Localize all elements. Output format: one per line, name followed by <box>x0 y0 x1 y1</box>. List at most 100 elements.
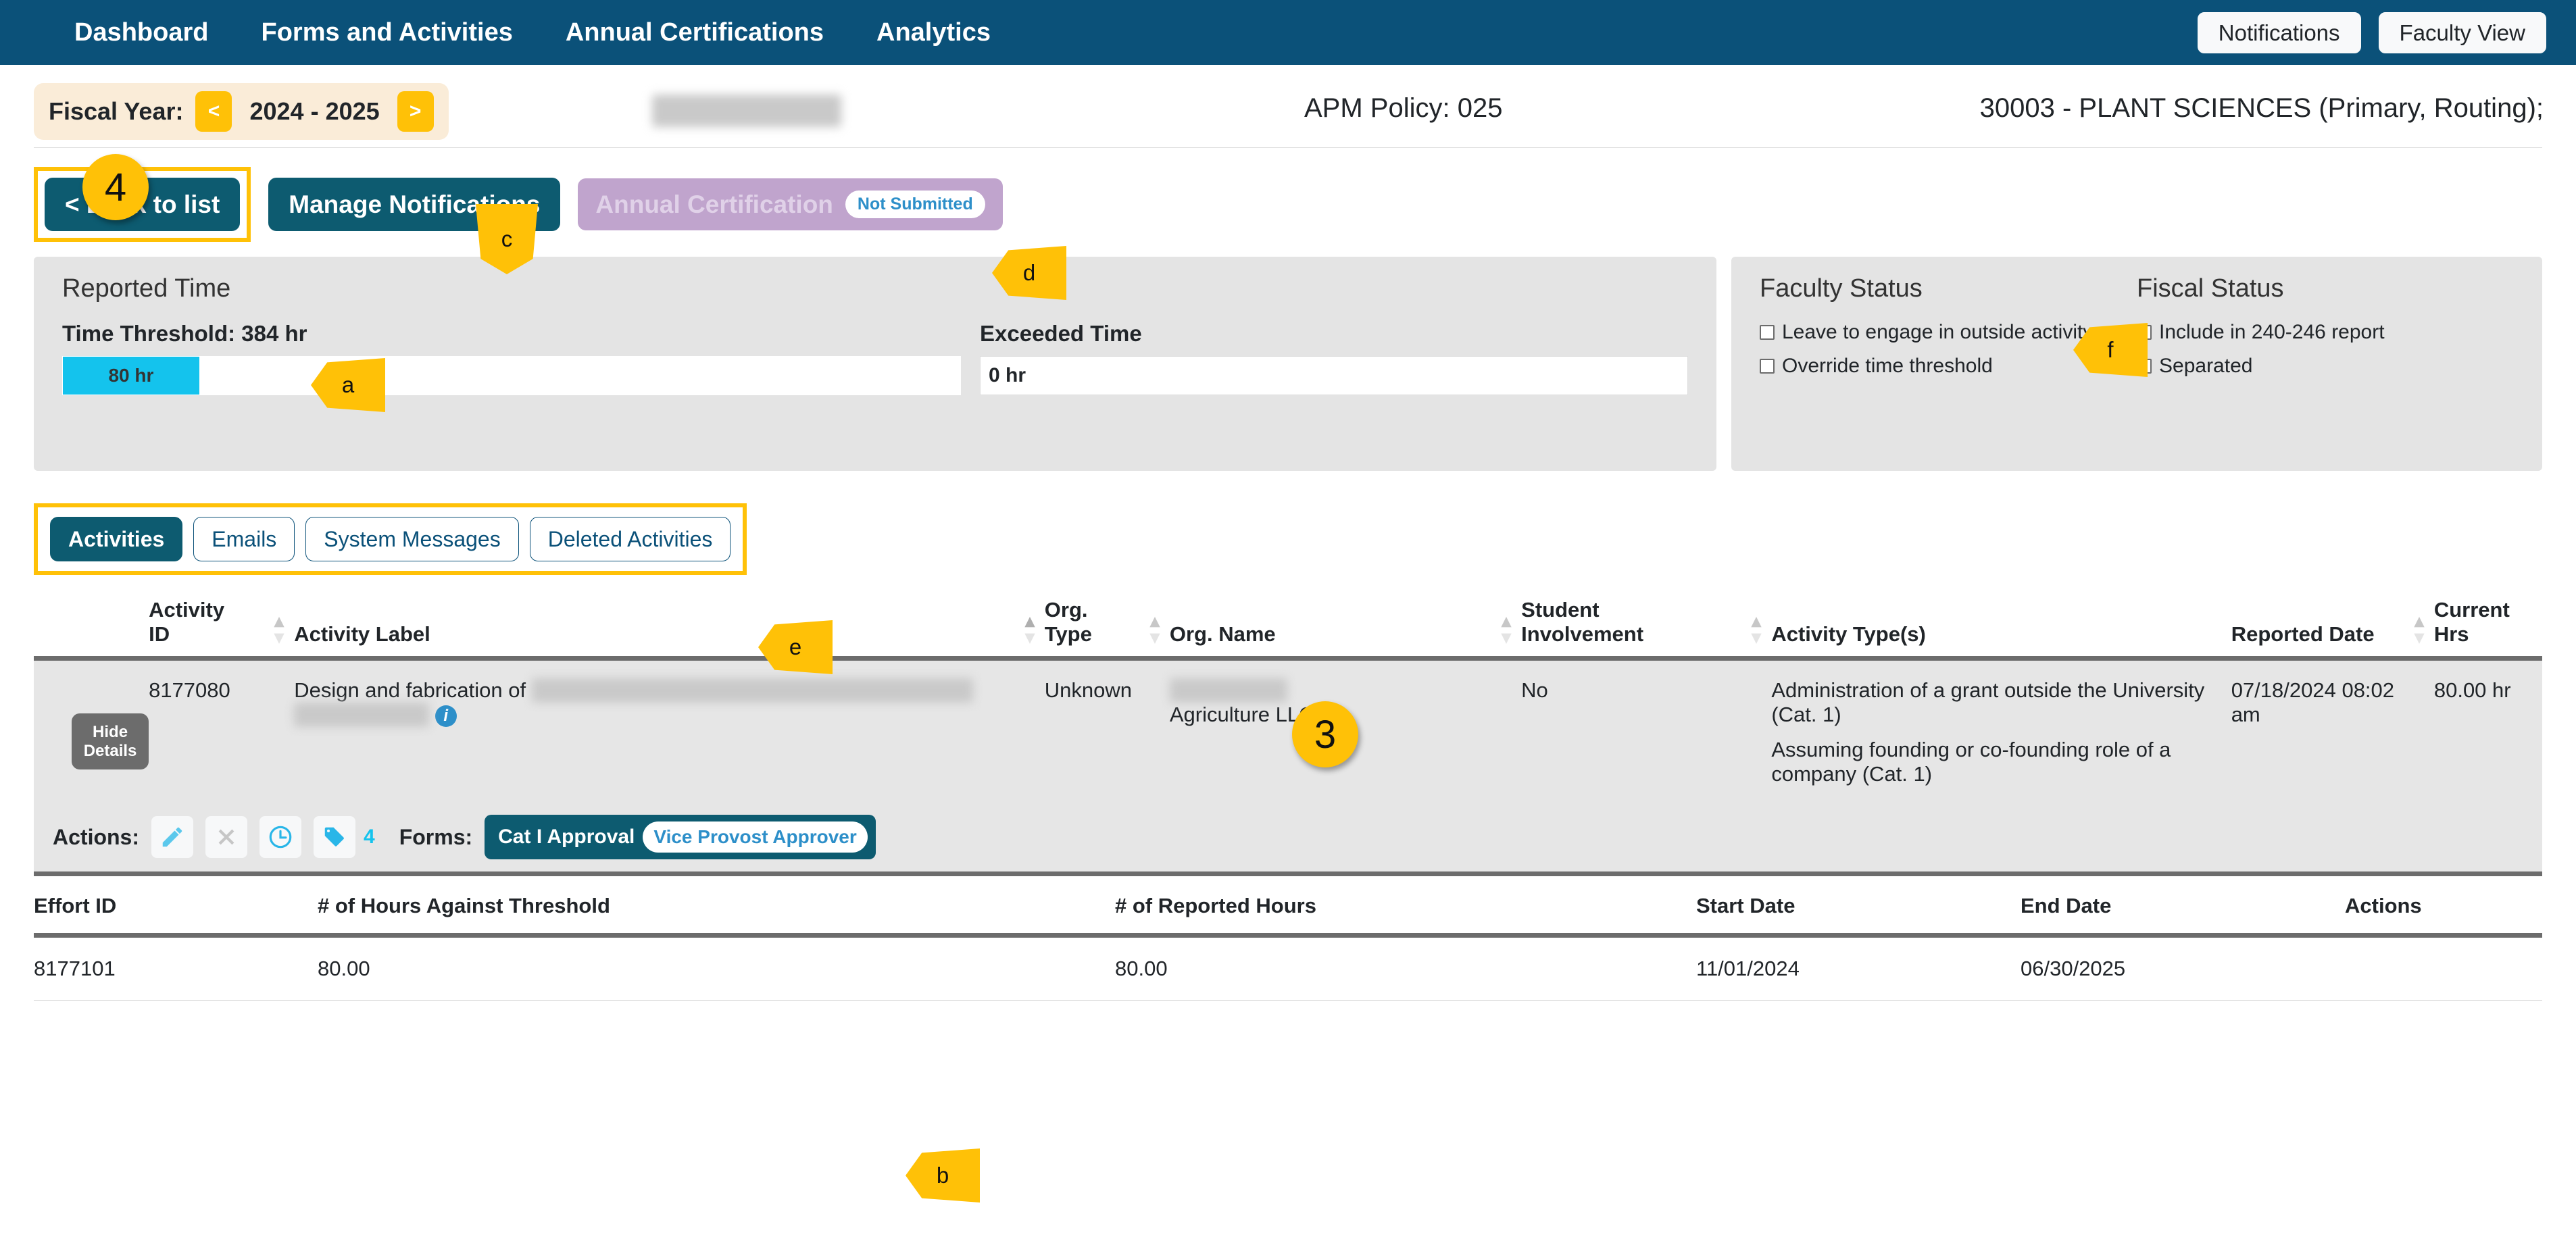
th-activity-types-text: Activity Type(s) <box>1771 622 1926 646</box>
th-reported-date[interactable]: Reported Date <box>2231 598 2434 659</box>
nav-item-annual-certifications[interactable]: Annual Certifications <box>566 18 824 47</box>
exceeded-time-value: 0 hr <box>980 356 1688 395</box>
checkbox-icon[interactable] <box>1760 359 1775 374</box>
th-student-involvement-line2: Involvement <box>1521 622 1644 646</box>
sort-arrows-icon[interactable] <box>1501 617 1512 644</box>
fiscal-year-label: Fiscal Year: <box>49 97 184 125</box>
org-assignment-label: 30003 - PLANT SCIENCES (Primary, Routing… <box>1979 93 2544 123</box>
summary-panels: Reported Time Time Threshold: 384 hr 80 … <box>0 242 2576 471</box>
cell-reported-hours: 80.00 <box>1115 935 1696 1001</box>
org-name-suffix: Agriculture LLC <box>1169 703 1314 726</box>
annual-certification-label: Annual Certification <box>595 191 833 218</box>
exceeded-time-group: Exceeded Time 0 hr <box>961 321 1688 395</box>
th-end-date: End Date <box>2021 894 2112 917</box>
th-reported-date-text: Reported Date <box>2231 622 2375 646</box>
apm-policy-label: APM Policy: 025 <box>1304 93 1503 123</box>
callout-badge-4: 4 <box>82 154 149 220</box>
cell-effort-actions <box>2345 935 2542 1001</box>
th-activity-id[interactable]: Activity ID <box>149 598 294 659</box>
th-effort-actions: Actions <box>2345 894 2422 917</box>
cell-activity-id: 8177080 <box>149 658 295 804</box>
activities-table-header-row: Activity ID Activity Label Org. Type Org… <box>34 598 2542 659</box>
th-activity-label[interactable]: Activity Label <box>294 598 1045 659</box>
faculty-name-redacted: redacted name <box>652 95 842 127</box>
sort-arrows-icon[interactable] <box>1024 617 1035 644</box>
tab-system-messages[interactable]: System Messages <box>305 517 519 561</box>
faculty-status-title: Faculty Status <box>1760 274 1923 303</box>
sort-arrows-icon[interactable] <box>274 617 284 644</box>
table-row[interactable]: Hide Details 8177080 Design and fabricat… <box>34 658 2542 804</box>
reported-time-title: Reported Time <box>62 274 231 303</box>
sort-arrows-icon[interactable] <box>1149 617 1160 644</box>
tab-deleted-activities[interactable]: Deleted Activities <box>529 517 731 561</box>
th-org-type[interactable]: Org. Type <box>1045 598 1170 659</box>
th-student-involvement[interactable]: Student Involvement <box>1521 598 1771 659</box>
tag-icon <box>324 827 344 846</box>
form-chip-name: Cat I Approval <box>498 826 635 848</box>
history-clock-icon-button[interactable] <box>259 816 301 858</box>
delete-x-icon-button <box>205 816 247 858</box>
nav-item-forms-and-activities[interactable]: Forms and Activities <box>261 18 512 47</box>
th-current-hrs-line1: Current <box>2433 598 2510 622</box>
delete-x-icon <box>218 829 234 845</box>
page-action-bar: < Back to list Manage Notifications Annu… <box>0 148 2576 242</box>
exceeded-time-label: Exceeded Time <box>980 321 1142 346</box>
effort-table-header-row: Effort ID # of Hours Against Threshold #… <box>34 876 2542 936</box>
nav-item-dashboard[interactable]: Dashboard <box>74 18 208 47</box>
form-chip-cat-i-approval[interactable]: Cat I Approval Vice Provost Approver <box>485 815 876 859</box>
th-org-name[interactable]: Org. Name <box>1170 598 1521 659</box>
actions-label: Actions: <box>53 824 139 849</box>
th-current-hrs-line2: Hrs <box>2433 622 2469 646</box>
checkbox-label: Include in 240-246 report <box>2159 321 2385 343</box>
activity-type-item: Administration of a grant outside the Un… <box>1771 678 2205 726</box>
faculty-name: redacted name <box>652 95 842 127</box>
notifications-button[interactable]: Notifications <box>2197 11 2361 53</box>
tag-count-badge: 4 <box>364 826 375 848</box>
nav-items: Dashboard Forms and Activities Annual Ce… <box>74 18 991 47</box>
sort-arrows-icon[interactable] <box>2414 617 2425 644</box>
hide-details-button[interactable]: Hide Details <box>72 713 149 770</box>
th-effort-id: Effort ID <box>34 894 117 917</box>
checkbox-row-include-240-246-report[interactable]: Include in 240-246 report <box>2137 321 2514 344</box>
checkbox-icon[interactable] <box>1760 325 1775 340</box>
nav-right-actions: Notifications Faculty View <box>2197 11 2546 53</box>
info-icon[interactable]: i <box>435 705 457 727</box>
cell-current-hrs: 80.00 hr <box>2433 658 2542 804</box>
th-activity-id-line1: Activity <box>149 598 225 622</box>
activities-tab-row: Activities Emails System Messages Delete… <box>0 471 2576 575</box>
fiscal-year-prev-button[interactable]: < <box>195 91 232 132</box>
checkbox-label: Leave to engage in outside activity <box>1782 321 2094 343</box>
th-activity-types[interactable]: Activity Type(s) <box>1771 598 2231 659</box>
annual-certification-button[interactable]: Annual Certification Not Submitted <box>578 178 1003 230</box>
sort-arrows-icon[interactable] <box>1751 617 1762 644</box>
th-current-hrs[interactable]: Current Hrs <box>2434 598 2542 659</box>
reported-time-progress-bar: 80 hr <box>62 356 961 395</box>
activities-table: Activity ID Activity Label Org. Type Org… <box>34 598 2542 804</box>
edit-pencil-icon-button[interactable] <box>151 816 193 858</box>
fiscal-year-next-button[interactable]: > <box>397 91 434 132</box>
tab-activities[interactable]: Activities <box>50 517 183 561</box>
tag-icon-button[interactable] <box>314 816 355 858</box>
cell-org-type: Unknown <box>1044 658 1170 804</box>
cell-reported-date: 07/18/2024 08:02 am <box>2231 658 2434 804</box>
activity-label-redacted: redacted activity description text here … <box>531 678 973 703</box>
cell-end-date: 06/30/2025 <box>2021 935 2345 1001</box>
time-threshold-group: Time Threshold: 384 hr 80 hr <box>62 321 961 395</box>
tab-emails[interactable]: Emails <box>193 517 295 561</box>
row-actions-strip: Actions: 4 Forms: Cat I Approval Vice Pr… <box>34 804 2542 876</box>
th-activity-label-text: Activity Label <box>294 622 430 646</box>
checkbox-row-separated[interactable]: Separated <box>2137 355 2514 378</box>
fiscal-year-value: 2024 - 2025 <box>249 97 380 125</box>
cell-start-date: 11/01/2024 <box>1696 935 2021 1001</box>
faculty-view-button[interactable]: Faculty View <box>2378 11 2546 53</box>
edit-pencil-icon <box>162 827 182 847</box>
th-expander <box>34 598 149 659</box>
nav-item-analytics[interactable]: Analytics <box>876 18 991 47</box>
fiscal-year-selector: Fiscal Year: < 2024 - 2025 > <box>34 83 449 140</box>
cell-activity-label: Design and fabrication of redacted activ… <box>294 658 1045 804</box>
org-name-redacted: redacted org <box>1169 678 1287 703</box>
effort-table: Effort ID # of Hours Against Threshold #… <box>34 876 2542 1001</box>
faculty-status-column: Faculty Status Leave to engage in outsid… <box>1760 274 2137 388</box>
fiscal-status-title: Fiscal Status <box>2137 274 2284 303</box>
table-row: 8177101 80.00 80.00 11/01/2024 06/30/202… <box>34 935 2542 1001</box>
